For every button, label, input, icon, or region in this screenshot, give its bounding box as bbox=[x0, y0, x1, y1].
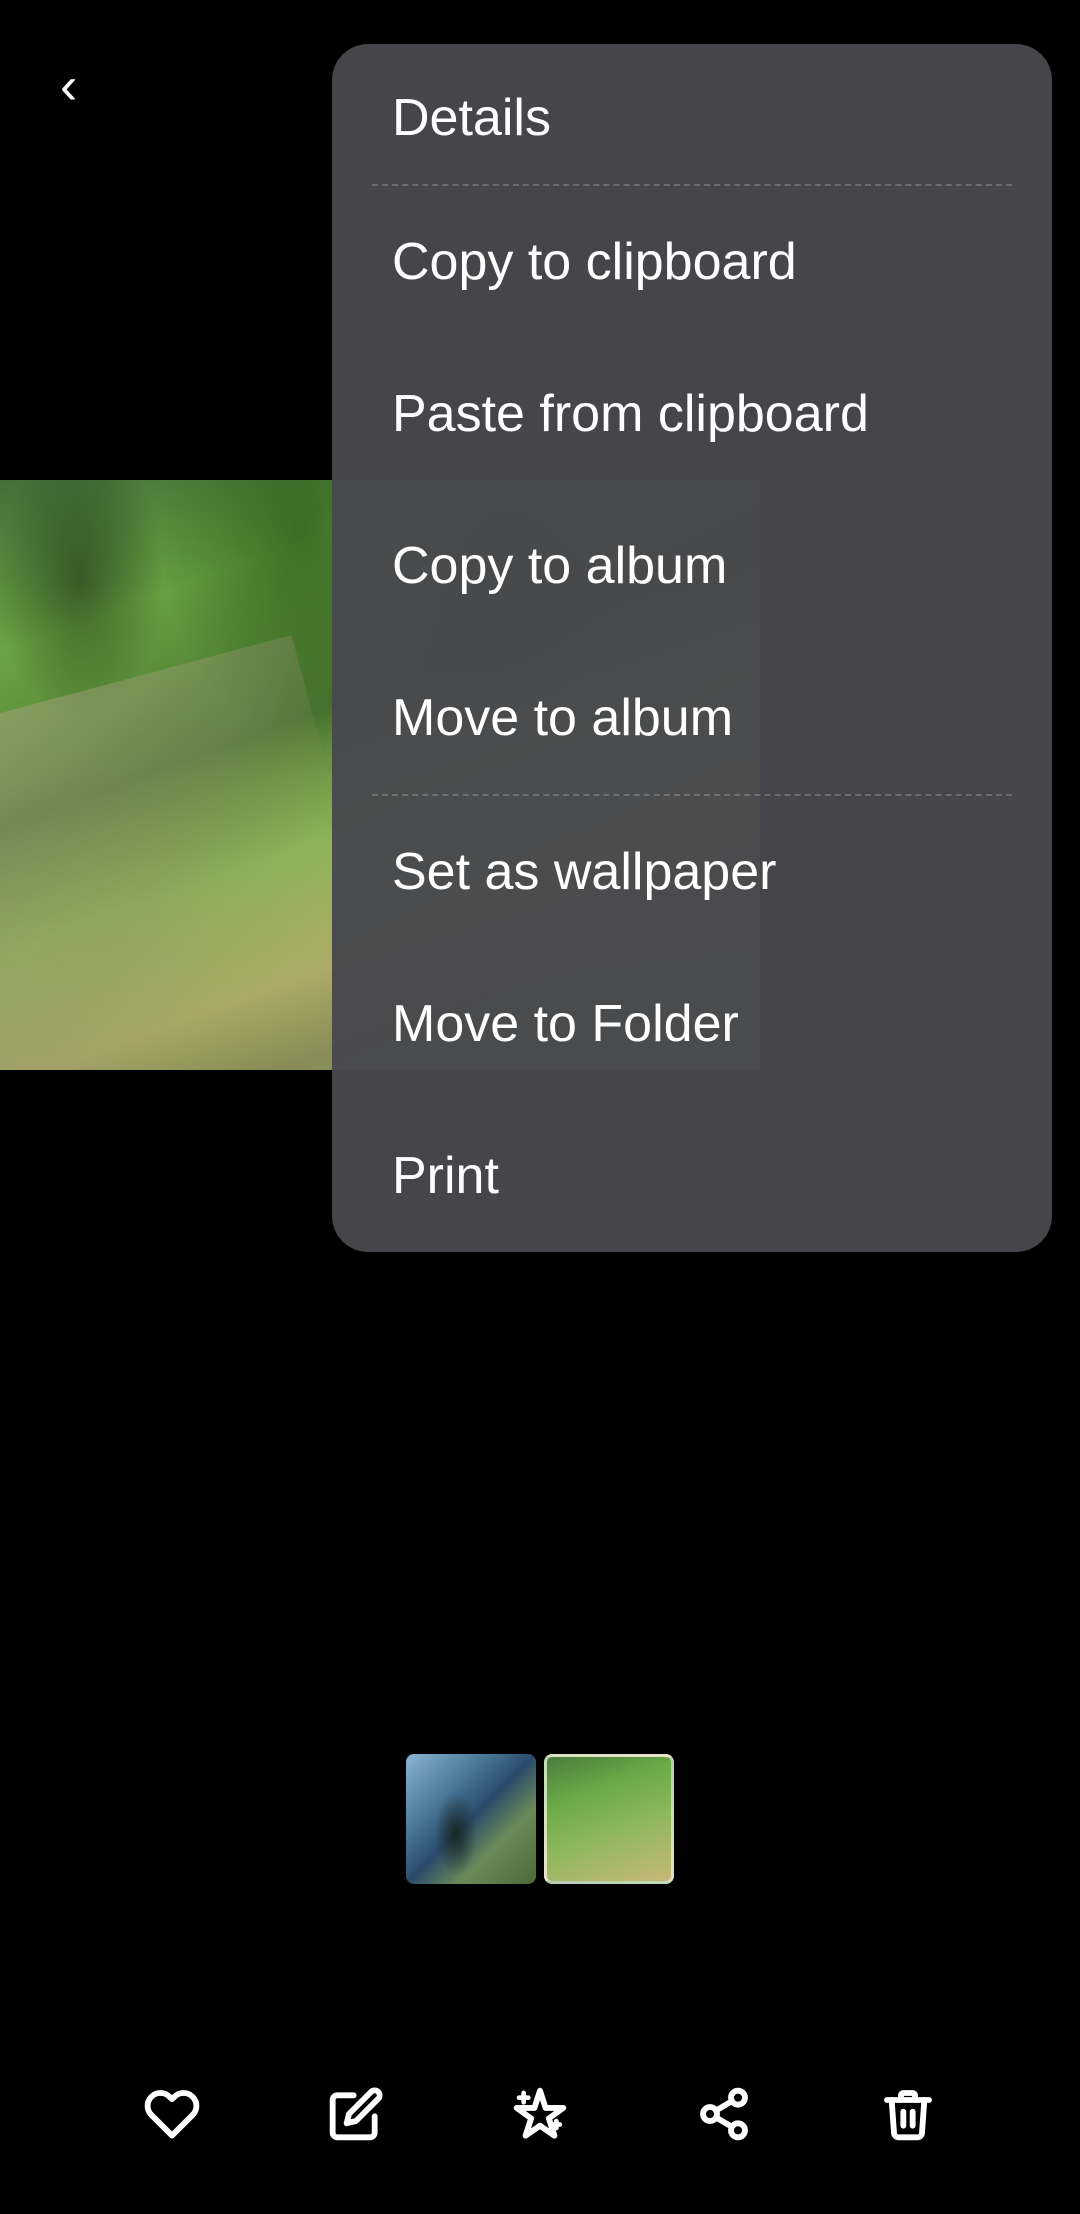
share-button[interactable] bbox=[684, 2074, 764, 2154]
edit-button[interactable] bbox=[316, 2074, 396, 2154]
context-menu: Details Copy to clipboard Paste from cli… bbox=[332, 44, 1052, 1252]
thumbnail-2[interactable] bbox=[544, 1754, 674, 1884]
edit-icon bbox=[328, 2086, 384, 2142]
enhance-button[interactable] bbox=[500, 2074, 580, 2154]
favorite-button[interactable] bbox=[132, 2074, 212, 2154]
thumbnails-strip bbox=[0, 1754, 1080, 1884]
trash-icon bbox=[880, 2086, 936, 2142]
share-icon bbox=[696, 2086, 752, 2142]
menu-title: Details bbox=[332, 44, 1052, 184]
thumbnail-1[interactable] bbox=[406, 1754, 536, 1884]
menu-item-set-wallpaper[interactable]: Set as wallpaper bbox=[332, 796, 1052, 948]
menu-item-move-album[interactable]: Move to album bbox=[332, 642, 1052, 794]
menu-item-move-folder[interactable]: Move to Folder bbox=[332, 948, 1052, 1100]
heart-icon bbox=[144, 2086, 200, 2142]
bottom-toolbar bbox=[0, 2074, 1080, 2154]
menu-item-copy-album[interactable]: Copy to album bbox=[332, 490, 1052, 642]
sparkle-icon bbox=[512, 2086, 568, 2142]
menu-item-print[interactable]: Print bbox=[332, 1100, 1052, 1252]
menu-item-paste-clipboard[interactable]: Paste from clipboard bbox=[332, 338, 1052, 490]
menu-item-copy-clipboard[interactable]: Copy to clipboard bbox=[332, 186, 1052, 338]
back-button[interactable]: ‹ bbox=[60, 60, 77, 112]
delete-button[interactable] bbox=[868, 2074, 948, 2154]
